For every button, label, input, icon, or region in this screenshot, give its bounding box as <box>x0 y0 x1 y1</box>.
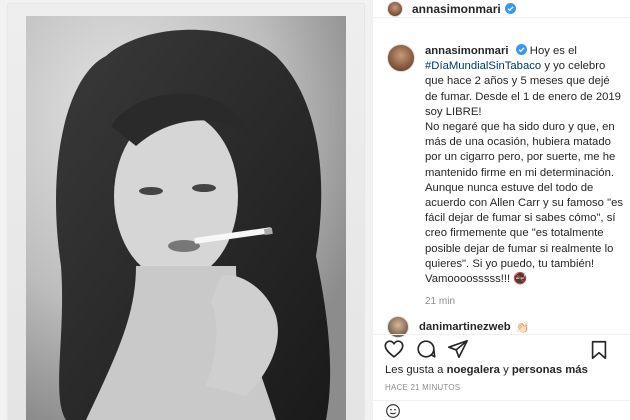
post-photo[interactable] <box>0 0 372 420</box>
commenter-username[interactable]: danimartinezweb <box>419 321 511 333</box>
post-time-ago[interactable]: HACE 21 MINUTOS <box>385 383 460 392</box>
caption-avatar[interactable] <box>387 44 415 72</box>
liked-by-user[interactable]: noegalera <box>447 364 500 376</box>
share-icon[interactable] <box>447 338 469 360</box>
caption-body-3: Aunque nunca estuve del todo de acuerdo … <box>425 181 624 286</box>
caption-timestamp[interactable]: 21 min <box>425 296 624 307</box>
post-panel: annasimonmari annasimonmari Hoy es el #D… <box>372 0 630 420</box>
comment-emoji: 👏🏻 <box>515 321 530 334</box>
hashtag-link[interactable]: #DíaMundialSinTabaco <box>425 60 541 72</box>
bookmark-icon[interactable] <box>588 339 610 361</box>
post-header: annasimonmari <box>373 0 630 18</box>
caption-text: annasimonmari Hoy es el #DíaMundialSinTa… <box>425 44 624 287</box>
smiley-icon[interactable] <box>385 403 401 419</box>
likes-conjunction: y <box>503 364 509 376</box>
avatar[interactable] <box>387 0 403 17</box>
caption-body-2: No negaré que ha sido duro y que, en más… <box>425 121 616 179</box>
portrait-image <box>26 16 346 420</box>
polaroid-frame <box>8 4 364 420</box>
caption-intro: Hoy es el <box>529 45 577 57</box>
comments-section: annasimonmari Hoy es el #DíaMundialSinTa… <box>387 44 624 307</box>
caption: annasimonmari Hoy es el #DíaMundialSinTa… <box>387 44 624 287</box>
caption-username[interactable]: annasimonmari <box>425 45 509 57</box>
action-bar <box>373 334 630 362</box>
comment-icon[interactable] <box>415 338 437 360</box>
heart-icon[interactable] <box>383 338 405 360</box>
likes-prefix: Les gusta a <box>385 364 444 376</box>
likes-others-link[interactable]: personas más <box>512 364 588 376</box>
likes-line: Les gusta a noegalera y personas más <box>385 364 588 376</box>
add-comment-bar <box>373 400 630 420</box>
verified-badge-icon <box>504 3 516 14</box>
verified-badge-icon <box>515 44 527 55</box>
header-username[interactable]: annasimonmari <box>412 2 501 16</box>
